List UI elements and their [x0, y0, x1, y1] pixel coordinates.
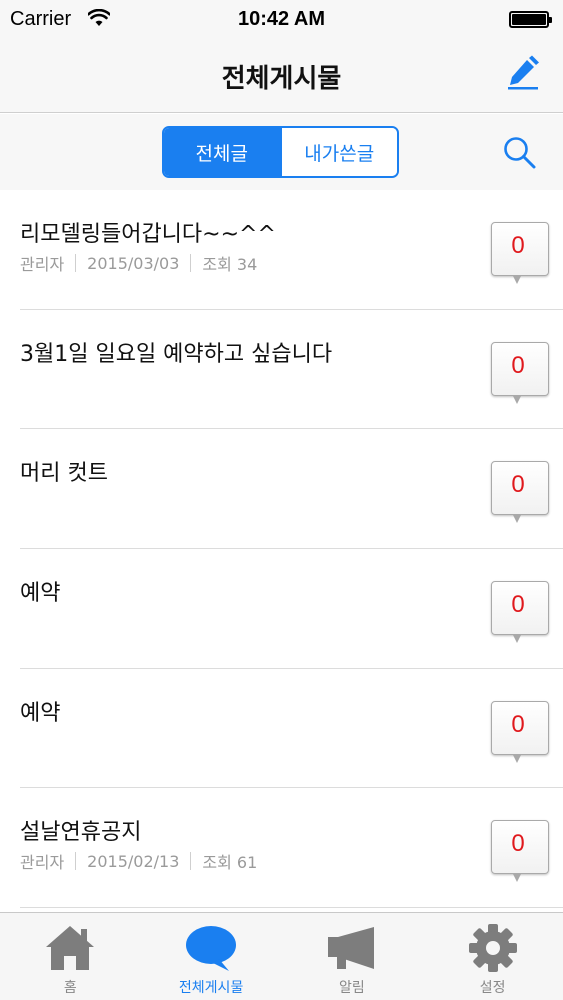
post-meta: 관리자 2015/02/13 조회 61 [20, 849, 257, 873]
post-views: 조회 61 [202, 853, 258, 873]
segmented-control: 전체글 내가쓴글 [162, 126, 399, 178]
post-row[interactable]: 예약 0 [20, 669, 563, 789]
meta-divider [75, 254, 77, 272]
tab-label: 전체게시물 [178, 980, 244, 996]
megaphone-icon [327, 927, 374, 969]
comment-count: 0 [511, 710, 525, 738]
tab-bar: 홈 전체게시물 알림 설정 [0, 912, 563, 1000]
meta-divider [190, 254, 192, 272]
tab-label: 홈 [63, 980, 77, 996]
meta-divider [75, 852, 77, 871]
post-row[interactable]: 리모델링들어갑니다~~^^ 관리자 2015/03/03 조회 34 0 [20, 190, 563, 310]
segment-all-posts[interactable]: 전체글 [164, 128, 280, 176]
post-author: 관리자 [20, 255, 65, 274]
comment-count-badge: 0 [491, 341, 549, 404]
comment-count: 0 [511, 471, 525, 499]
meta-divider [190, 852, 192, 871]
post-meta: 관리자 2015/03/03 조회 34 [20, 251, 257, 275]
gear-icon [468, 924, 517, 972]
status-time: 10:42 AM [237, 8, 326, 30]
page-title: 전체게시물 [221, 64, 342, 94]
post-author: 관리자 [20, 853, 65, 873]
status-bar: Carrier 10:42 AM [0, 0, 563, 40]
compose-button[interactable] [505, 54, 541, 90]
post-row[interactable]: 3월1일 일요일 예약하고 싶습니다 0 [20, 310, 563, 430]
tab-all-posts[interactable]: 전체게시물 [141, 913, 282, 1000]
pencil-icon [508, 55, 539, 90]
post-title: 예약 [20, 700, 61, 726]
battery-icon [509, 11, 552, 28]
post-row[interactable]: 머리 컷트 0 [20, 429, 563, 550]
post-row[interactable]: 설날연휴공지 관리자 2015/02/13 조회 61 0 [20, 788, 563, 909]
post-date: 2015/03/03 [87, 253, 180, 273]
post-row[interactable]: 예약 0 [20, 549, 563, 669]
post-title: 리모델링들어갑니다~~^^ [20, 222, 276, 247]
segment-my-posts[interactable]: 내가쓴글 [279, 128, 397, 176]
comment-count: 0 [511, 351, 525, 379]
tab-home[interactable]: 홈 [0, 913, 141, 1000]
comment-count: 0 [511, 830, 525, 858]
post-date: 2015/02/13 [87, 851, 180, 871]
comment-count-badge: 0 [491, 700, 549, 763]
comment-count-badge: 0 [491, 581, 549, 644]
tab-label: 설정 [479, 980, 506, 996]
filter-row: 전체글 내가쓴글 [0, 114, 563, 190]
comment-count-badge: 0 [491, 461, 549, 524]
comment-count-badge: 0 [491, 820, 549, 883]
home-icon [46, 926, 95, 970]
search-icon[interactable] [501, 134, 537, 170]
comment-count: 0 [511, 232, 525, 259]
post-title: 설날연휴공지 [20, 820, 142, 846]
comment-count: 0 [511, 591, 525, 619]
speech-bubble-icon [186, 926, 237, 971]
post-title: 머리 컷트 [20, 461, 108, 487]
tab-settings[interactable]: 설정 [422, 913, 563, 1000]
tab-label: 알림 [338, 980, 365, 996]
navigation-bar: 전체게시물 [0, 40, 563, 113]
post-views: 조회 34 [202, 255, 258, 274]
post-list: 리모델링들어갑니다~~^^ 관리자 2015/03/03 조회 34 0 3월1… [0, 190, 563, 909]
tab-notifications[interactable]: 알림 [282, 913, 423, 1000]
post-title: 예약 [20, 581, 61, 607]
post-title: 3월1일 일요일 예약하고 싶습니다 [20, 341, 333, 367]
comment-count-badge: 0 [491, 222, 549, 284]
